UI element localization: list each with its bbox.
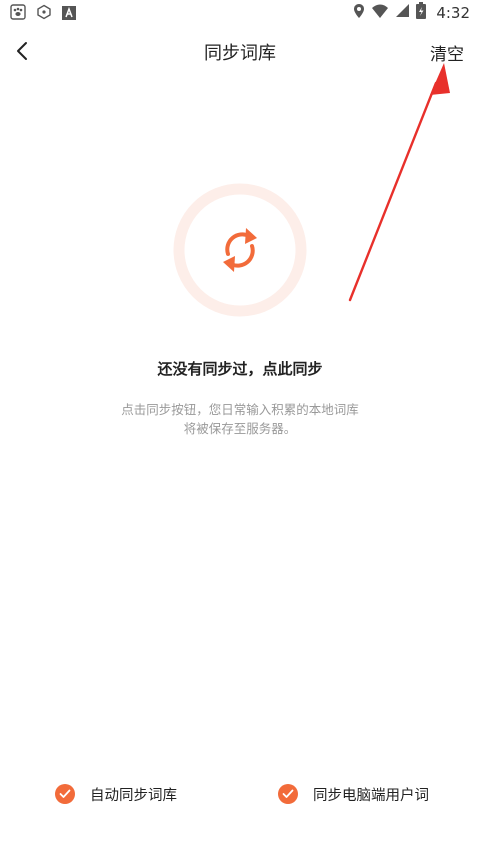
description-line-1: 点击同步按钮，您日常输入积累的本地词库 (121, 402, 359, 417)
status-time: 4:32 (436, 3, 470, 22)
sync-button[interactable] (172, 182, 308, 318)
wifi-icon (371, 3, 389, 23)
pc-words-sync-option[interactable]: 同步电脑端用户词 (278, 782, 429, 806)
location-icon (353, 3, 365, 23)
hex-icon (36, 4, 52, 24)
sync-icon (223, 228, 257, 272)
auto-sync-label: 自动同步词库 (90, 787, 177, 804)
status-bar: 4:32 (0, 0, 480, 25)
empty-state-title[interactable]: 还没有同步过，点此同步 (0, 358, 480, 379)
description-line-2: 将被保存至服务器。 (183, 421, 297, 436)
battery-icon (416, 2, 427, 23)
checked-icon[interactable] (278, 784, 298, 804)
signal-icon (395, 3, 410, 22)
a-icon (62, 5, 76, 24)
sync-ring (173, 183, 307, 317)
auto-sync-option[interactable]: 自动同步词库 (55, 782, 177, 806)
pc-words-sync-label: 同步电脑端用户词 (313, 787, 429, 804)
red-arrow-annotation (348, 63, 450, 302)
paw-icon (10, 4, 26, 24)
empty-state-description: 点击同步按钮，您日常输入积累的本地词库 将被保存至服务器。 (0, 400, 480, 438)
checked-icon[interactable] (55, 784, 75, 804)
